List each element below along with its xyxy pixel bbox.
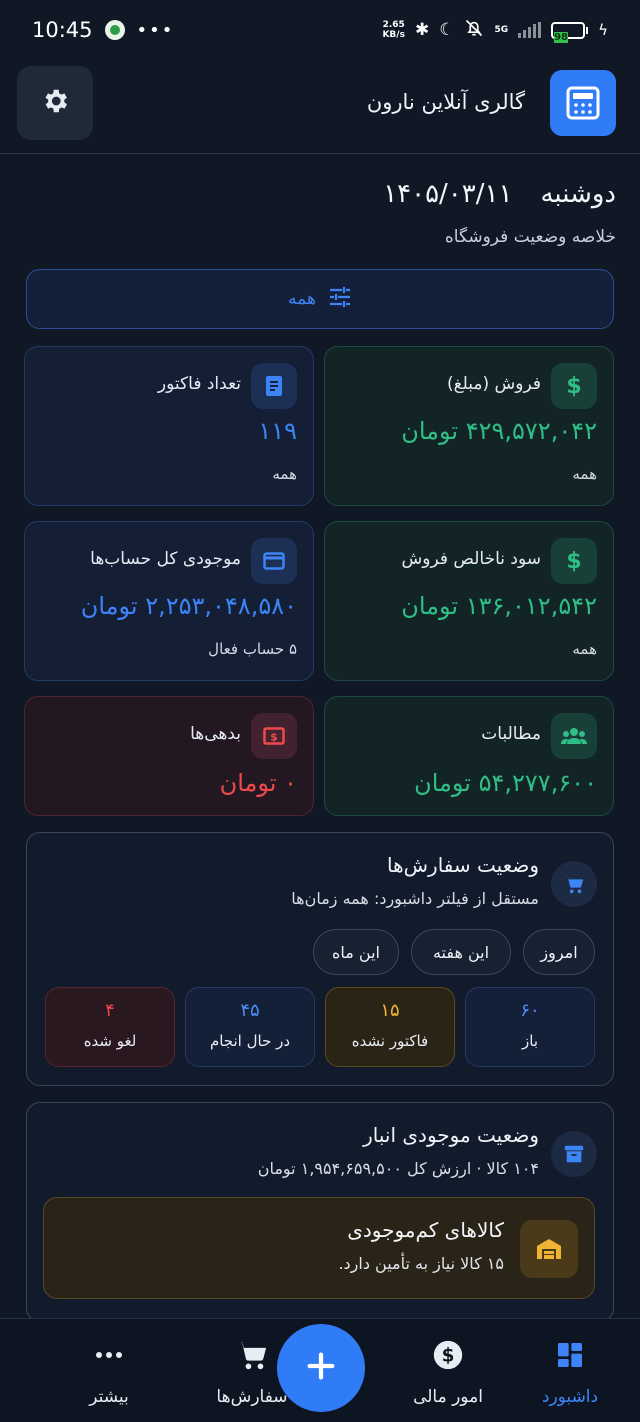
- sales-card[interactable]: $ فروش (مبلغ) ۴۲۹,۵۷۲,۰۴۲ تومان همه: [324, 346, 614, 506]
- debts-value: ۰ تومان: [219, 769, 297, 797]
- network-speed: 2.65 KB/s: [382, 20, 405, 40]
- receivables-title: مطالبات: [481, 724, 541, 744]
- sales-caption: همه: [572, 465, 597, 483]
- date-line: دوشنبه ۱۴۰۵/۰۳/۱۱: [383, 179, 616, 209]
- chip-this-week[interactable]: این هفته: [411, 929, 511, 975]
- accounts-card[interactable]: موجودی کل حساب‌ها ۲,۲۵۳,۰۴۸,۵۸۰ تومان ۵ …: [24, 521, 314, 681]
- low-stock-alert[interactable]: کالاهای کم‌موجودی ۱۵ کالا نیاز به تأمین …: [43, 1197, 595, 1299]
- card-icon: [251, 538, 297, 584]
- nav-finance-label: امور مالی: [413, 1387, 483, 1407]
- nav-orders-label: سفارش‌ها: [216, 1387, 288, 1407]
- tune-icon: [328, 286, 352, 312]
- dashboard-icon: [515, 1337, 625, 1373]
- low-stock-title: کالاهای کم‌موجودی: [347, 1218, 504, 1242]
- settings-button[interactable]: [17, 66, 93, 140]
- status-open-count: ۶۰: [520, 1000, 540, 1021]
- inventory-subtitle: ۱۰۴ کالا · ارزش کل ۱,۹۵۴,۶۵۹,۵۰۰ تومان: [257, 1159, 539, 1178]
- app-notification-icon: [104, 20, 125, 40]
- people-icon: [551, 713, 597, 759]
- more-notifications-icon: •••: [136, 19, 175, 41]
- gear-icon: [40, 86, 70, 120]
- accounts-value: ۲,۲۵۳,۰۴۸,۵۸۰ تومان: [80, 592, 297, 620]
- chip-today[interactable]: امروز: [523, 929, 595, 975]
- svg-text:$: $: [270, 731, 278, 744]
- status-uninvoiced[interactable]: ۱۵ فاکتور نشده: [325, 987, 455, 1067]
- gross-profit-card[interactable]: $ سود ناخالص فروش ۱۳۶,۰۱۲,۵۴۲ تومان همه: [324, 521, 614, 681]
- status-uninvoiced-label: فاکتور نشده: [351, 1032, 429, 1050]
- filter-button[interactable]: همه: [26, 269, 614, 329]
- receipt-icon: [251, 363, 297, 409]
- status-open[interactable]: ۶۰ باز: [465, 987, 595, 1067]
- debts-title: بدهی‌ها: [190, 724, 241, 744]
- moon-icon: ☾: [439, 20, 455, 40]
- page-subtitle: خلاصه وضعیت فروشگاه: [444, 227, 616, 247]
- inventory-panel: وضعیت موجودی انبار ۱۰۴ کالا · ارزش کل ۱,…: [26, 1102, 614, 1322]
- dollar-icon: $: [551, 538, 597, 584]
- app-title: گالری آنلاین نارون: [366, 90, 525, 114]
- chip-this-month[interactable]: این ماه: [313, 929, 399, 975]
- status-time: 10:45: [32, 18, 93, 42]
- status-cancelled-label: لغو شده: [83, 1032, 137, 1050]
- receivables-card[interactable]: مطالبات ۵۴,۲۷۷,۶۰۰ تومان: [324, 696, 614, 816]
- nav-dashboard-label: داشبورد: [541, 1387, 599, 1407]
- status-in-progress-label: در حال انجام: [209, 1032, 291, 1050]
- register-icon: [550, 70, 616, 136]
- bell-off-icon: [464, 18, 484, 42]
- status-in-progress[interactable]: ۴۵ در حال انجام: [185, 987, 315, 1067]
- dollar-icon: $: [551, 363, 597, 409]
- status-bar: 10:45 ••• 2.65 KB/s ✱ ☾ 5G 98 ϟ: [0, 0, 640, 60]
- nav-finance[interactable]: $ امور مالی: [393, 1337, 503, 1407]
- invoices-value: ۱۱۹: [258, 417, 297, 445]
- gross-profit-value: ۱۳۶,۰۱۲,۵۴۲ تومان: [401, 592, 597, 620]
- bottom-navigation: داشبورد $ امور مالی سفارش‌ها بیشتر: [0, 1318, 640, 1422]
- status-open-label: باز: [522, 1032, 538, 1050]
- bluetooth-icon: ✱: [414, 20, 430, 40]
- plus-icon: [304, 1349, 338, 1387]
- invoices-card[interactable]: تعداد فاکتور ۱۱۹ همه: [24, 346, 314, 506]
- battery-icon: 98: [551, 21, 589, 43]
- orders-title: وضعیت سفارش‌ها: [386, 853, 539, 877]
- invoices-caption: همه: [272, 465, 297, 483]
- status-in-progress-count: ۴۵: [240, 1000, 260, 1021]
- status-uninvoiced-count: ۱۵: [380, 1000, 400, 1021]
- gross-profit-title: سود ناخالص فروش: [401, 549, 541, 569]
- orders-subtitle: مستقل از فیلتر داشبورد: همه زمان‌ها: [291, 889, 539, 908]
- app-header: گالری آنلاین نارون: [0, 60, 640, 154]
- gross-profit-caption: همه: [572, 640, 597, 658]
- dollar-coin-icon: $: [393, 1337, 503, 1373]
- current-date: ۱۴۰۵/۰۳/۱۱: [383, 179, 513, 209]
- charging-icon: ϟ: [598, 21, 608, 39]
- battery-level: 98: [554, 31, 569, 43]
- sales-title: فروش (مبلغ): [446, 374, 541, 394]
- low-stock-subtitle: ۱۵ کالا نیاز به تأمین دارد.: [338, 1254, 504, 1273]
- sales-value: ۴۲۹,۵۷۲,۰۴۲ تومان: [401, 417, 597, 445]
- accounts-caption: ۵ حساب فعال: [208, 640, 297, 658]
- archive-icon: [551, 1131, 597, 1177]
- status-cancelled-count: ۴: [105, 1000, 115, 1021]
- nav-more-label: بیشتر: [89, 1387, 129, 1407]
- svg-text:$: $: [442, 1345, 455, 1366]
- more-dots-icon: [54, 1337, 164, 1373]
- bill-icon: $: [251, 713, 297, 759]
- warehouse-icon: [520, 1220, 578, 1278]
- signal-icon: [518, 22, 542, 38]
- accounts-title: موجودی کل حساب‌ها: [90, 549, 241, 569]
- status-cancelled[interactable]: ۴ لغو شده: [45, 987, 175, 1067]
- invoices-title: تعداد فاکتور: [157, 374, 241, 394]
- cart-icon: [197, 1337, 307, 1373]
- weekday: دوشنبه: [540, 179, 616, 209]
- receivables-value: ۵۴,۲۷۷,۶۰۰ تومان: [414, 769, 597, 797]
- nav-more[interactable]: بیشتر: [54, 1337, 164, 1407]
- nav-dashboard[interactable]: داشبورد: [515, 1337, 625, 1407]
- orders-status-panel: وضعیت سفارش‌ها مستقل از فیلتر داشبورد: ه…: [26, 832, 614, 1086]
- network-type: 5G: [494, 25, 509, 35]
- filter-label: همه: [288, 289, 316, 309]
- inventory-title: وضعیت موجودی انبار: [363, 1123, 539, 1147]
- nav-orders[interactable]: سفارش‌ها: [197, 1337, 307, 1407]
- debts-card[interactable]: $ بدهی‌ها ۰ تومان: [24, 696, 314, 816]
- cart-icon: [551, 861, 597, 907]
